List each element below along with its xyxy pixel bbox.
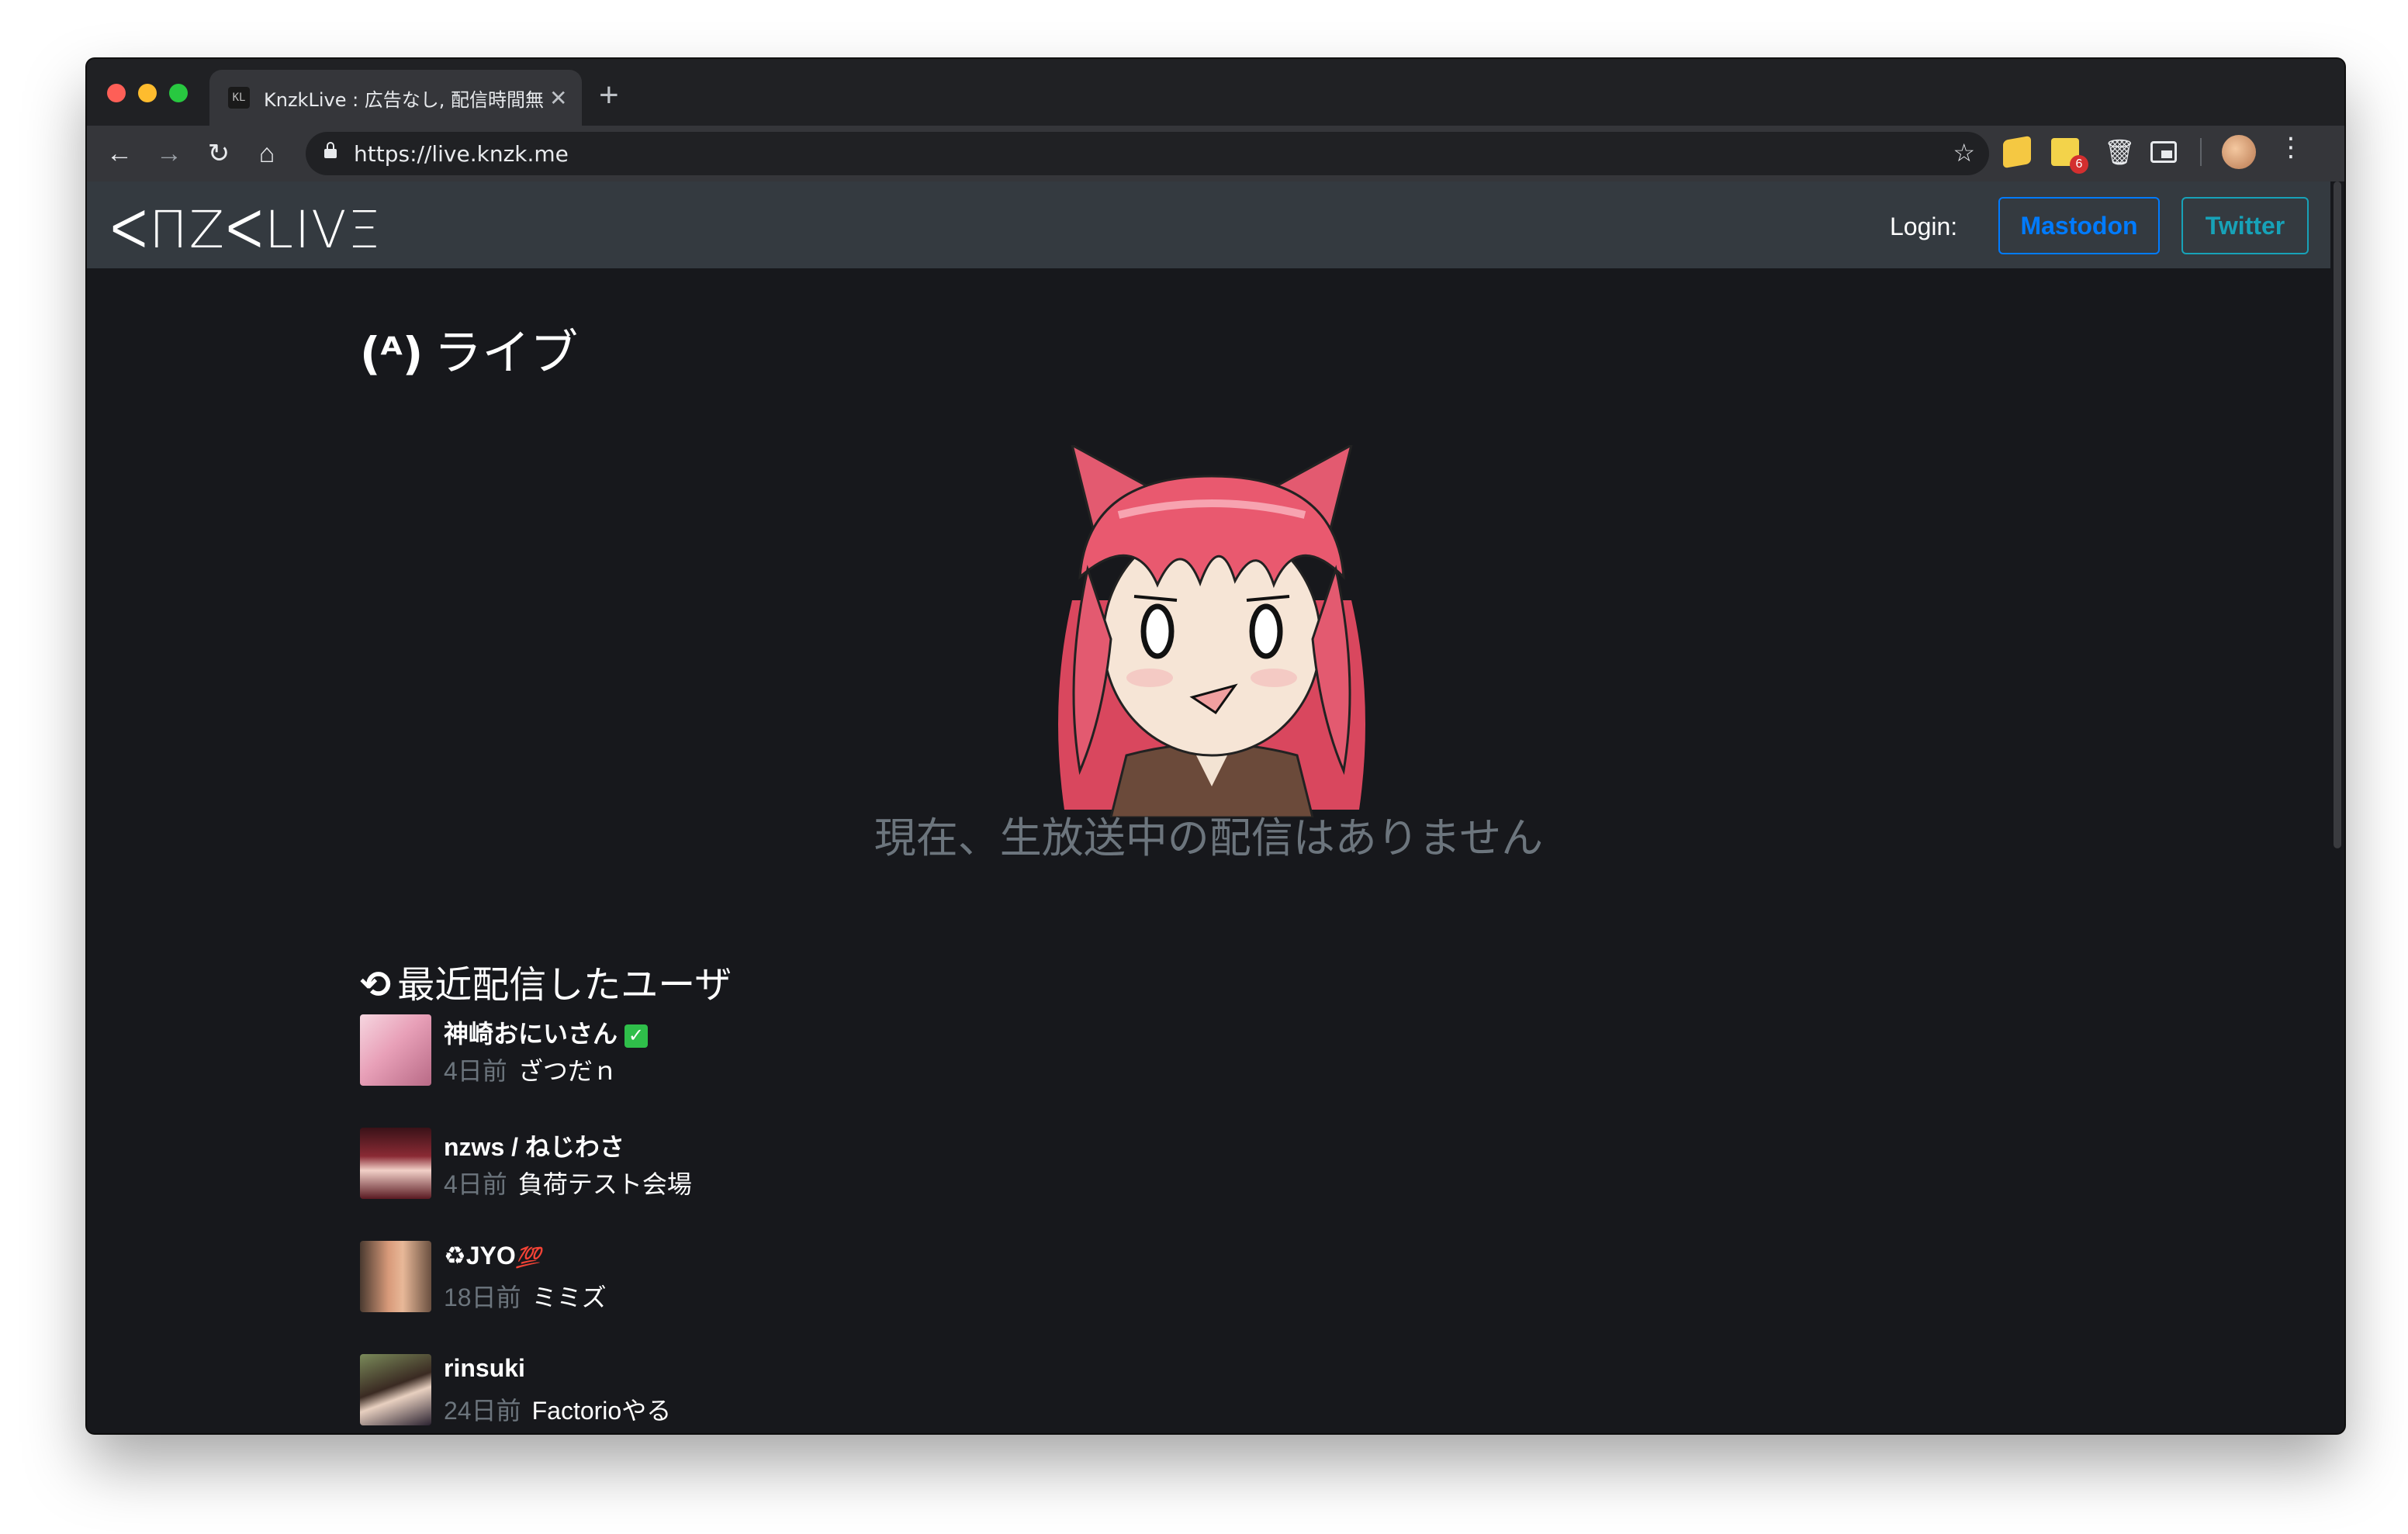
no-stream-message: 現在、生放送中の配信はありません [874,814,1544,862]
time-ago: 4日前 [444,1170,507,1198]
user-name[interactable]: ♻JYO💯 [444,1241,541,1270]
bookmark-star-icon[interactable]: ☆ [1953,138,1975,168]
checkmark-icon: ✓ [624,1024,648,1048]
maximize-window-button[interactable] [169,84,188,102]
stream-meta: 4日前 負荷テスト会場 [444,1165,692,1201]
site-navbar: ᐸПZᐸLIVΞ Login: Mastodon Twitter [87,181,2330,268]
favicon-icon: KL [228,87,250,109]
recent-user-list: 神崎おにいさん ✓ 4日前 ざつだｎ nzws / ねじわさ 4日前 負荷テスト会場… [360,1014,981,1433]
user-name[interactable]: 神崎おにいさん ✓ [444,1014,648,1050]
profile-avatar[interactable] [2222,135,2256,169]
recent-users-heading: ⟲ 最近配信したユーザ [360,954,732,1008]
scrollbar[interactable] [2330,181,2344,1433]
mastodon-login-button[interactable]: Mastodon [1998,197,2160,254]
back-button[interactable]: ← [99,133,140,174]
stream-meta: 18日前 ミミズ [444,1278,607,1314]
reload-button[interactable]: ↻ [199,133,239,174]
browser-window: KL KnzkLive : 広告なし, 配信時間無制限 ✕ + ← → ↻ ⌂ … [87,59,2344,1433]
avatar[interactable] [360,1354,431,1425]
login-label: Login: [1890,212,1958,240]
list-item[interactable]: ♻JYO💯 18日前 ミミズ [360,1241,981,1354]
avatar[interactable] [360,1241,431,1312]
site-logo[interactable]: ᐸПZᐸLIVΞ [110,200,382,260]
stream-title[interactable]: ミミズ [532,1284,607,1311]
avatar[interactable] [360,1128,431,1199]
close-tab-icon[interactable]: ✕ [549,85,567,111]
url-text[interactable]: https://live.knzk.me [354,141,569,167]
browser-toolbar: ← → ↻ ⌂ https://live.knzk.me ☆ 6 🗑 ⋮ [87,126,2344,181]
minimize-window-button[interactable] [138,84,157,102]
recent-heading-text: 最近配信したユーザ [397,963,732,1007]
tab-title: KnzkLive : 広告なし, 配信時間無制限 [264,88,543,111]
time-ago: 4日前 [444,1057,507,1085]
list-item[interactable]: rinsuki 24日前 Factorioやる [360,1354,981,1433]
toolbar-separator [2200,138,2202,166]
list-item[interactable]: nzws / ねじわさ 4日前 負荷テスト会場 [360,1128,981,1241]
picture-in-picture-icon[interactable] [2150,141,2177,163]
extension-badge: 6 [2070,155,2088,174]
browser-menu-icon[interactable]: ⋮ [2278,132,2304,163]
user-name[interactable]: nzws / ねじわさ [444,1128,624,1163]
main-content: (ᴬ) ライブ 現在、生放送中の配信はありません ⟲ 最近配信したユーザ 神崎お… [87,268,2330,1433]
antenna-icon: (ᴬ) [360,327,424,380]
user-name[interactable]: rinsuki [444,1354,525,1383]
tab-strip: KL KnzkLive : 広告なし, 配信時間無制限 ✕ + [87,59,2344,126]
stream-meta: 24日前 Factorioやる [444,1391,671,1427]
avatar[interactable] [360,1014,431,1086]
new-tab-button[interactable]: + [599,76,619,115]
scrollbar-thumb[interactable] [2334,181,2341,848]
extension-box-icon[interactable] [2003,135,2031,169]
stream-title[interactable]: Factorioやる [532,1397,672,1425]
close-window-button[interactable] [107,84,126,102]
trash-icon[interactable]: 🗑 [2104,138,2136,166]
forward-button[interactable]: → [149,133,189,174]
live-heading: (ᴬ) ライブ [360,313,578,383]
history-icon: ⟲ [360,963,392,1007]
stream-meta: 4日前 ざつだｎ [444,1052,618,1087]
time-ago: 24日前 [444,1397,521,1425]
browser-tab[interactable]: KL KnzkLive : 広告なし, 配信時間無制限 ✕ [209,70,582,126]
live-heading-text: ライブ [434,324,579,381]
home-button[interactable]: ⌂ [247,133,287,174]
lock-icon[interactable] [324,141,337,158]
list-item[interactable]: 神崎おにいさん ✓ 4日前 ざつだｎ [360,1014,981,1128]
address-bar[interactable]: https://live.knzk.me ☆ [306,132,1989,175]
hundred-icon: 💯 [515,1246,541,1269]
twitter-login-button[interactable]: Twitter [2181,197,2309,254]
mascot-image [1058,445,1365,817]
time-ago: 18日前 [444,1284,521,1311]
stream-title[interactable]: 負荷テスト会場 [518,1170,692,1198]
stream-title[interactable]: ざつだｎ [518,1057,618,1085]
